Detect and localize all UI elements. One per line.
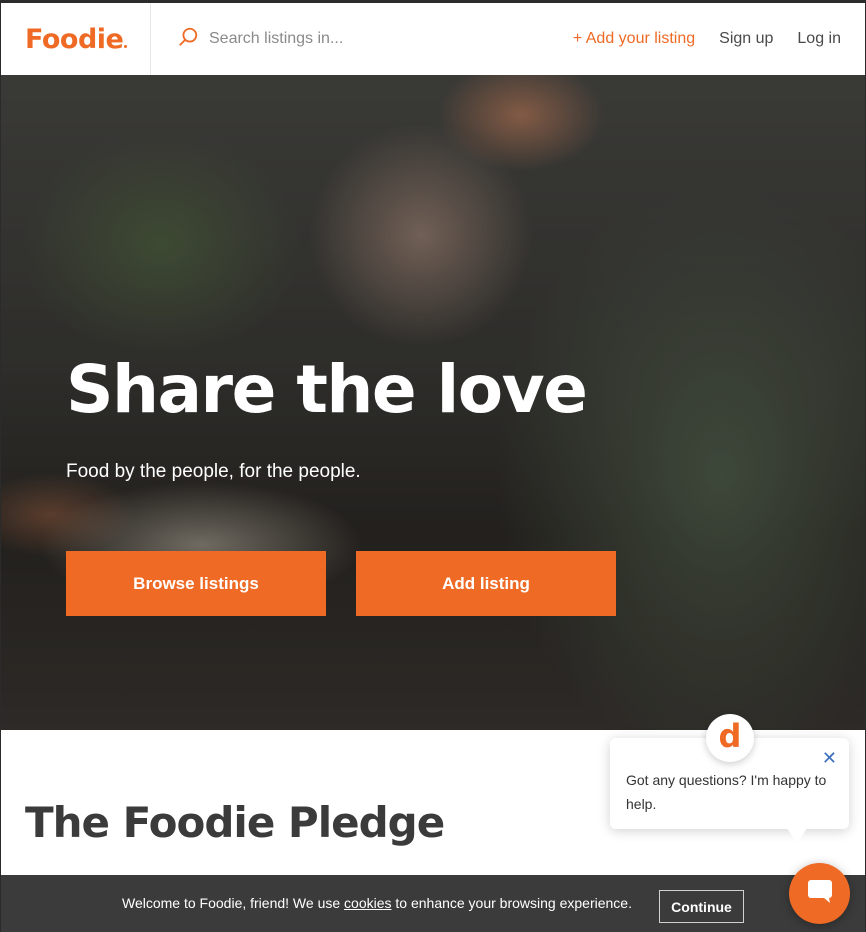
logo-dot: [124, 44, 128, 48]
pledge-heading: The Foodie Pledge: [25, 798, 445, 847]
chat-message: Got any questions? I'm happy to help.: [626, 772, 827, 812]
cookie-banner: Welcome to Foodie, friend! We use cookie…: [1, 875, 865, 932]
hero-content: Share the love Food by the people, for t…: [66, 357, 616, 616]
header-nav: + Add your listing Sign up Log in: [573, 30, 865, 48]
continue-button[interactable]: Continue: [659, 890, 744, 923]
search-input[interactable]: [209, 30, 509, 48]
top-navigation: Foodie + Add your listing Sign up Log in: [1, 3, 865, 75]
search-icon[interactable]: [177, 26, 199, 53]
add-your-listing-link[interactable]: + Add your listing: [573, 30, 695, 48]
log-in-link[interactable]: Log in: [797, 30, 841, 48]
foodie-logo[interactable]: Foodie: [25, 24, 128, 55]
hero-buttons: Browse listings Add listing: [66, 551, 616, 616]
hero-title: Share the love: [66, 351, 588, 428]
chat-bubble-icon: [805, 876, 835, 911]
chat-popup-tail: [787, 828, 807, 844]
avatar-letter: d: [718, 717, 742, 755]
search-bar: [151, 3, 573, 75]
hero-subtitle: Food by the people, for the people.: [66, 461, 361, 482]
chat-agent-avatar: d: [706, 714, 754, 762]
cookie-text: Welcome to Foodie, friend! We use cookie…: [122, 895, 632, 911]
browse-listings-button[interactable]: Browse listings: [66, 551, 326, 616]
logo-container: Foodie: [1, 3, 151, 75]
hero-section: Share the love Food by the people, for t…: [1, 75, 865, 730]
close-icon[interactable]: ✕: [822, 748, 837, 769]
chat-launcher-button[interactable]: [789, 863, 850, 924]
sign-up-link[interactable]: Sign up: [719, 30, 773, 48]
cookies-link[interactable]: cookies: [344, 895, 391, 911]
add-listing-button[interactable]: Add listing: [356, 551, 616, 616]
